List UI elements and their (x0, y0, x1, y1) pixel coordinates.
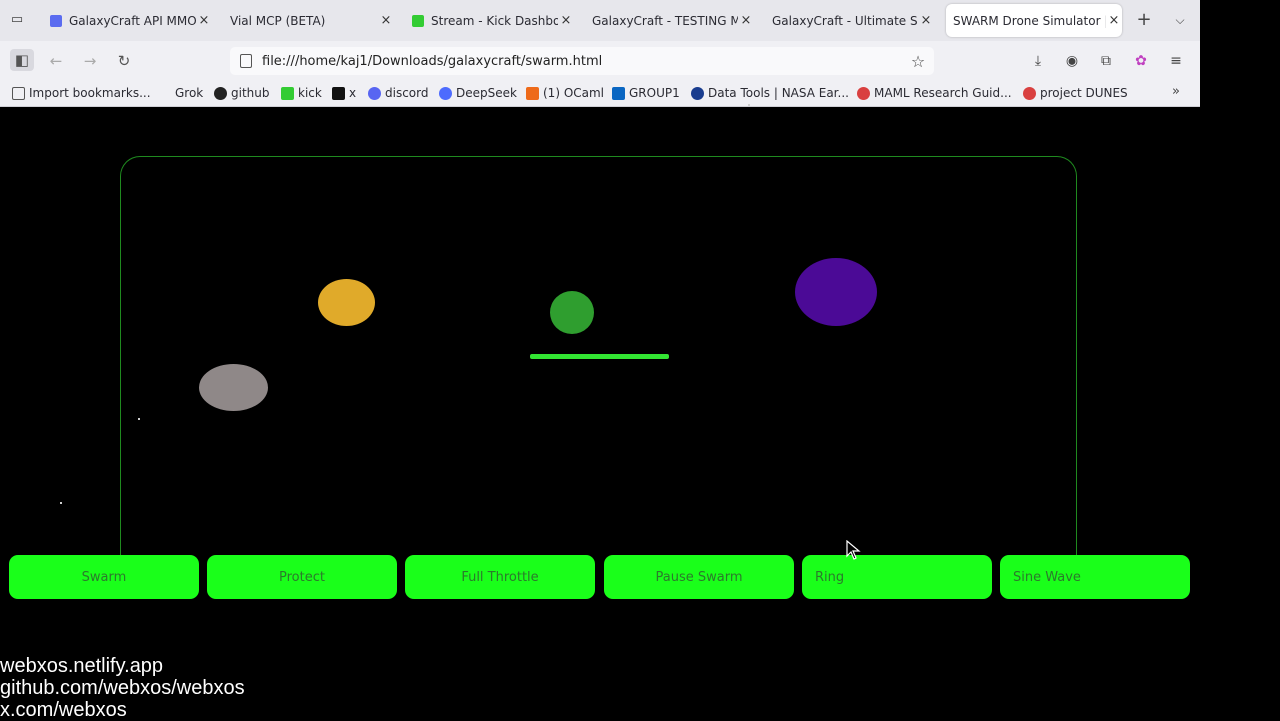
close-tab-icon[interactable]: × (196, 13, 212, 28)
bookmark-label: MAML Research Guid... (874, 86, 1012, 100)
forward-arrow-icon[interactable]: → (78, 50, 102, 72)
tab-list-icon[interactable]: ▭ (6, 12, 28, 30)
tab-galaxycraft-testing[interactable]: GalaxyCraft - TESTING MC × (592, 4, 754, 37)
protect-button[interactable]: Protect (207, 555, 397, 599)
drone-gray (199, 364, 268, 411)
bookmark-label: Data Tools | NASA Ear... (708, 86, 849, 100)
close-tab-icon[interactable]: × (558, 13, 574, 28)
bookmark-grok[interactable]: Grok (175, 85, 203, 101)
bookmark-star-icon[interactable]: ☆ (908, 52, 928, 71)
website-link[interactable]: webxos.netlify.app (0, 655, 245, 677)
bookmark-label: kick (298, 86, 322, 100)
tab-kick-dashboard[interactable]: Stream - Kick Dashboar × (412, 4, 574, 37)
swarm-button[interactable]: Swarm (9, 555, 199, 599)
import-icon (12, 86, 25, 100)
close-tab-icon[interactable]: × (1106, 13, 1122, 28)
kick-icon (281, 86, 294, 100)
dunes-icon (1023, 86, 1036, 100)
tab-title: GalaxyCraft - Ultimate Spa (772, 13, 918, 28)
star-particle (60, 502, 62, 504)
reload-icon[interactable]: ↻ (112, 50, 136, 72)
pause-swarm-button[interactable]: Pause Swarm (604, 555, 794, 599)
extensions-icon[interactable]: ⧉ (1096, 51, 1116, 71)
drone-green (550, 291, 594, 334)
bookmark-label: Import bookmarks... (29, 86, 151, 100)
chevron-right-icon[interactable]: » (1172, 84, 1180, 99)
tab-strip: ▭ GalaxyCraft API MMO ( × Vial MCP (BETA… (0, 0, 1200, 41)
bookmark-group1[interactable]: GROUP1 (612, 85, 680, 101)
bookmark-maml[interactable]: MAML Research Guid... (857, 85, 1012, 101)
back-arrow-icon[interactable]: ← (44, 50, 68, 72)
bookmark-label: x (349, 86, 357, 100)
url-bar[interactable]: file:///home/kaj1/Downloads/galaxycraft/… (230, 47, 934, 75)
linkedin-icon (612, 86, 625, 100)
x-icon (332, 86, 345, 100)
bookmark-dunes[interactable]: project DUNES (1023, 85, 1128, 101)
bookmark-x[interactable]: x (332, 85, 356, 101)
sine-wave-button[interactable]: Sine Wave (1000, 555, 1190, 599)
bookmark-kick[interactable]: kick (281, 85, 322, 101)
nasa-icon (691, 86, 704, 100)
copilot-icon[interactable]: ✿ (1131, 51, 1151, 71)
tab-vial-mcp[interactable]: Vial MCP (BETA) × (230, 4, 394, 37)
sidebar-toggle-icon[interactable]: ◧ (10, 49, 34, 71)
bookmark-label: project DUNES (1040, 86, 1128, 100)
bookmark-nasa[interactable]: Data Tools | NASA Ear... (691, 85, 849, 101)
discord-icon (368, 86, 381, 100)
star-particle (138, 418, 140, 420)
bookmark-label: GROUP1 (629, 86, 680, 100)
browser-chrome: ▭ GalaxyCraft API MMO ( × Vial MCP (BETA… (0, 0, 1200, 107)
deepseek-icon (439, 86, 452, 100)
tab-title: GalaxyCraft API MMO ( (69, 13, 196, 28)
tab-title: Vial MCP (BETA) (230, 13, 326, 28)
full-throttle-button[interactable]: Full Throttle (405, 555, 595, 599)
bookmark-label: github (231, 86, 270, 100)
bookmark-label: Grok (175, 86, 204, 100)
bookmark-ocaml[interactable]: (1) OCaml (526, 85, 604, 101)
tab-title: Stream - Kick Dashboar (431, 13, 558, 28)
new-tab-button[interactable]: + (1134, 10, 1154, 30)
tab-galaxycraft-ultimate[interactable]: GalaxyCraft - Ultimate Spa × (772, 4, 934, 37)
github-link[interactable]: github.com/webxos/webxos (0, 677, 245, 699)
mouse-cursor-icon (846, 540, 861, 560)
bookmark-import[interactable]: Import bookmarks... (12, 85, 151, 101)
close-tab-icon[interactable]: × (738, 13, 754, 28)
kick-favicon-icon (412, 14, 424, 27)
account-icon[interactable]: ◉ (1062, 51, 1082, 71)
bookmark-deepseek[interactable]: DeepSeek (439, 85, 517, 101)
bookmark-discord[interactable]: discord (368, 85, 428, 101)
tab-swarm-simulator[interactable]: SWARM Drone Simulator | × (946, 4, 1122, 37)
footer-links: webxos.netlify.app github.com/webxos/web… (0, 655, 245, 721)
bookmark-github[interactable]: github (214, 85, 269, 101)
star-particle (748, 104, 750, 106)
tab-galaxycraft-api[interactable]: GalaxyCraft API MMO ( × (50, 4, 212, 37)
chevron-down-icon[interactable]: ⌵ (1170, 10, 1190, 30)
ocaml-icon (526, 86, 539, 100)
download-icon[interactable]: ⤓ (1028, 51, 1048, 71)
page-icon (240, 54, 252, 68)
drone-yellow (318, 279, 375, 326)
url-text[interactable]: file:///home/kaj1/Downloads/galaxycraft/… (262, 54, 908, 69)
tab-title: SWARM Drone Simulator | (953, 13, 1106, 28)
ring-button[interactable]: Ring (802, 555, 992, 599)
bookmark-label: (1) OCaml (543, 86, 605, 100)
close-tab-icon[interactable]: × (378, 13, 394, 28)
bookmark-label: DeepSeek (456, 86, 517, 100)
github-icon (214, 86, 227, 100)
green-drone-health-bar (530, 354, 669, 359)
galaxycraft-favicon-icon (50, 14, 62, 27)
close-tab-icon[interactable]: × (918, 13, 934, 28)
drone-purple (795, 258, 877, 326)
menu-icon[interactable]: ≡ (1166, 51, 1186, 71)
x-link[interactable]: x.com/webxos (0, 699, 245, 721)
maml-icon (857, 86, 870, 100)
bookmark-label: discord (385, 86, 429, 100)
tab-title: GalaxyCraft - TESTING MC (592, 13, 738, 28)
